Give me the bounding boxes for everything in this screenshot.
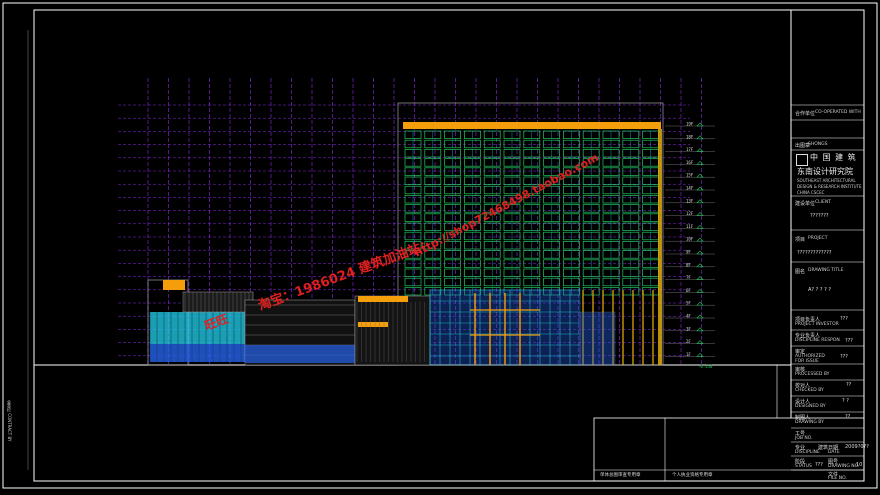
cooperate-en: CO-OPERATED WITH xyxy=(815,110,861,115)
logo-cn-line1: 中 国 建 筑 xyxy=(810,153,857,162)
level-marker-icon xyxy=(696,199,704,204)
bottom-left-seal-label: 单体总图审查专用章 xyxy=(600,473,641,478)
file-en: FILE NO. xyxy=(828,476,847,481)
drawn-value: ?? xyxy=(845,414,851,420)
level-marker-icon xyxy=(696,212,704,216)
level-marker-icon xyxy=(696,186,704,191)
level-label: 9F xyxy=(686,250,691,255)
project-value: ????????????? xyxy=(797,250,832,256)
level-label: 18F xyxy=(686,134,694,139)
checked-en: CHECKED BY xyxy=(795,388,824,393)
level-label: 11F xyxy=(686,224,694,229)
cooperate-label: 合作单位 xyxy=(795,111,816,117)
level-marker-icon xyxy=(696,250,704,255)
logo-en-line2: DESIGN & RESEARCH INSTITUTE xyxy=(797,184,862,189)
level-label: 12F xyxy=(686,211,694,216)
level-marker-icon xyxy=(696,314,704,319)
level-label: 6F xyxy=(686,288,691,293)
logo-en-line3: CHINA CSCEC xyxy=(797,190,825,195)
podium-right-block xyxy=(354,295,431,366)
podium-roof-accent xyxy=(163,280,185,290)
status-en: STATUS xyxy=(795,464,812,469)
job-en: JOB NO. xyxy=(795,436,813,441)
level-marker-icon xyxy=(696,263,704,268)
level-marker-icon xyxy=(696,301,704,306)
discipline-value: 建筑 xyxy=(818,445,829,451)
left-edge-label: 会签栏 CONTRACT BY xyxy=(7,400,12,442)
entrance-side-glass xyxy=(579,311,616,366)
podium-center-glass xyxy=(245,345,355,363)
level-label: 7F xyxy=(686,275,691,280)
level-marker-icon xyxy=(696,122,704,127)
date-en: DATE xyxy=(828,450,840,455)
level-label: 17F xyxy=(686,147,694,152)
ground-level-label: -0.450 xyxy=(698,364,713,369)
level-marker-icon xyxy=(696,148,704,152)
drawing-title-en: DRAWING TITLE xyxy=(808,268,844,273)
level-marker-icon xyxy=(696,352,704,357)
level-markers: 19F 18F 17F 16F 15F 14F 13F 12F 11F 10F 9F 8F 7F 6F 5F… xyxy=(665,122,715,357)
authorized-en: AUTHORIZED FOR ISSUE xyxy=(795,354,825,364)
date-value: 2009?0?? xyxy=(845,444,869,450)
level-marker-icon xyxy=(696,340,704,344)
level-label: 14F xyxy=(686,186,694,191)
drawing-title-value: A? ? ? ? ? xyxy=(808,287,832,293)
designed-value: ? ? xyxy=(842,398,849,404)
level-marker-icon xyxy=(696,288,704,293)
level-label: 3F xyxy=(686,326,691,331)
inner-border xyxy=(33,9,865,482)
specialty-en: DISCIPLINE RESPON xyxy=(795,338,840,343)
level-marker-icon xyxy=(696,237,704,242)
project-en: PROJECT xyxy=(808,236,828,241)
level-label: 1F xyxy=(686,352,691,357)
drawing-no-en: DRAWING NO. xyxy=(828,464,860,469)
company-logo-icon xyxy=(796,154,808,166)
investor-value: ??? xyxy=(840,316,848,322)
status-value: ??? xyxy=(815,462,823,468)
drawn-en: DRAWING BY xyxy=(795,420,824,425)
level-label: 16F xyxy=(686,160,694,165)
client-value: ??????? xyxy=(810,213,829,219)
drawing-no-value: 10 xyxy=(856,462,863,468)
level-marker-icon xyxy=(696,276,704,280)
podium-right-roof xyxy=(358,296,408,302)
discipline-en: DISCIPLINE xyxy=(795,450,820,455)
level-label: 2F xyxy=(686,339,691,344)
seal-en: SHONGS xyxy=(808,142,828,147)
level-marker-icon xyxy=(696,224,704,229)
level-marker-icon xyxy=(696,173,704,178)
podium-mid-screen xyxy=(182,291,254,313)
podium-right-band xyxy=(358,322,388,327)
level-marker-icon xyxy=(696,327,704,332)
level-label: 4F xyxy=(686,314,691,319)
level-label: 15F xyxy=(686,173,694,178)
project-label: 项目 xyxy=(795,237,806,243)
specialty-value: ??? xyxy=(845,338,853,344)
client-en: CLIENT xyxy=(815,200,831,205)
tower-roof-band xyxy=(403,122,661,129)
authorized-value: ??? xyxy=(840,354,848,360)
level-marker-icon xyxy=(696,160,704,165)
cad-drawing-canvas: 19F 18F 17F 16F 15F 14F 13F 12F 11F 10F 9F 8F 7F 6F 5F… xyxy=(0,0,880,491)
level-label: 5F xyxy=(686,301,691,306)
level-label: 10F xyxy=(686,237,694,242)
logo-cn-line2: 东南设计研究院 xyxy=(797,167,853,176)
checked-value: ?? xyxy=(846,382,852,388)
designed-en: DESIGNED BY xyxy=(795,404,826,409)
level-marker-icon xyxy=(696,135,704,140)
logo-en-line1: SOUTHEAST ARCHITECTURAL xyxy=(797,178,856,183)
tower-corner-pier xyxy=(658,129,662,365)
bottom-right-seal-label: 个人执业资格专用章 xyxy=(672,473,713,478)
client-label: 建设单位 xyxy=(795,201,816,207)
drawing-title-label: 图名 xyxy=(795,269,806,275)
processed-en: PROCESSED BY xyxy=(795,372,830,377)
level-label: 19F xyxy=(686,122,694,127)
level-label: 8F xyxy=(686,262,691,267)
investor-en: PROJECT INVESTOR xyxy=(795,322,839,327)
level-label: 13F xyxy=(686,198,694,203)
